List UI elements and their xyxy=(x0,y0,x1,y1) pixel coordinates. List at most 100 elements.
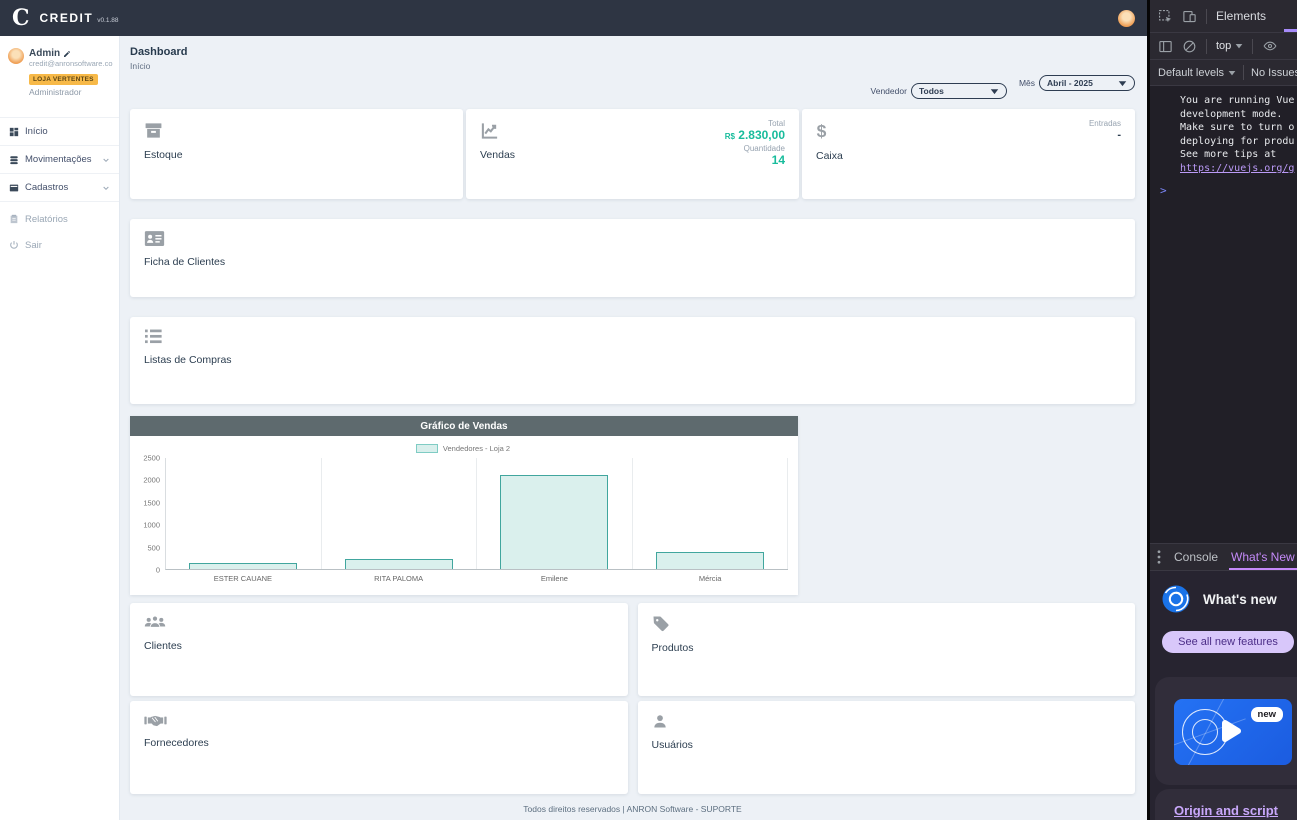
user-icon xyxy=(652,713,1122,730)
selected-tab-indicator xyxy=(1284,29,1297,32)
breadcrumb: Início xyxy=(130,61,1135,71)
sidebar-item-movimentacoes[interactable]: Movimentações xyxy=(0,146,119,174)
chart-plot xyxy=(165,458,788,570)
console-prompt[interactable]: > xyxy=(1150,184,1297,198)
console-message-line: Make sure to turn o xyxy=(1150,121,1297,135)
frame-selector[interactable]: top xyxy=(1216,40,1243,52)
eye-icon[interactable] xyxy=(1262,39,1278,53)
chart-y-tick: 2000 xyxy=(143,476,160,485)
sidebar: Admin credit@anronsoftware.co... LOJA VE… xyxy=(0,36,120,820)
drawer-tab-console[interactable]: Console xyxy=(1174,544,1218,570)
vendor-filter-label: Vendedor xyxy=(871,86,907,96)
svg-text:$: $ xyxy=(817,121,827,141)
chart-category-label: Emilene xyxy=(477,574,633,583)
play-icon xyxy=(1218,717,1244,750)
dollar-icon: $ xyxy=(816,121,1121,141)
sidebar-item-relatorios[interactable]: Relatórios xyxy=(0,206,119,232)
chart-y-tick: 500 xyxy=(147,543,160,552)
id-card-icon xyxy=(144,230,1121,247)
clear-console-icon[interactable] xyxy=(1182,39,1197,54)
log-levels-dropdown[interactable]: Default levels xyxy=(1158,67,1236,79)
card-label: Usuários xyxy=(652,739,1122,751)
clientes-card[interactable]: Clientes xyxy=(130,603,628,696)
vendor-select[interactable]: Todos xyxy=(911,83,1007,99)
profile-role: Administrador xyxy=(29,87,113,97)
chart-y-tick: 2500 xyxy=(143,454,160,463)
dock-side-icon[interactable] xyxy=(1158,39,1173,54)
sidebar-item-label: Relatórios xyxy=(25,214,68,225)
origin-script-link[interactable]: Origin and script xyxy=(1174,803,1278,818)
edit-pencil-icon[interactable] xyxy=(63,50,71,58)
whats-new-panel: What's new See all new features new Orig… xyxy=(1150,571,1297,820)
users-icon xyxy=(144,615,614,631)
chevron-down-icon xyxy=(1228,70,1236,76)
chart-category-label: ESTER CAUANE xyxy=(165,574,321,583)
chevron-down-icon xyxy=(1235,43,1243,49)
sidebar-item-label: Cadastros xyxy=(25,182,68,193)
chart-bar xyxy=(656,552,764,569)
vue-docs-link[interactable]: https://vuejs.org/g xyxy=(1180,163,1294,174)
tab-elements[interactable]: Elements xyxy=(1216,9,1266,23)
navbar-user-avatar[interactable] xyxy=(1118,10,1135,27)
chart-y-tick: 0 xyxy=(156,566,160,575)
whats-new-link-card[interactable]: Origin and script xyxy=(1155,789,1297,820)
quantity-value: 14 xyxy=(725,153,785,169)
month-filter-label: Mês xyxy=(1019,78,1035,88)
sidebar-menu: Início Movimentações Cadastros xyxy=(0,117,119,258)
produtos-card[interactable]: Produtos xyxy=(638,603,1136,696)
chart-column xyxy=(322,458,478,569)
brand-logo[interactable]: C xyxy=(12,7,30,29)
total-value: R$ 2.830,00 xyxy=(725,128,785,144)
chevron-down-icon xyxy=(102,156,110,164)
main-content: Dashboard Início Vendedor Todos Mês Abri… xyxy=(120,36,1147,820)
card-icon xyxy=(9,183,19,193)
console-filterbar: Default levels No Issues xyxy=(1150,60,1297,86)
quantity-label: Quantidade xyxy=(725,144,785,153)
ficha-clientes-card[interactable]: Ficha de Clientes xyxy=(130,219,1135,297)
inspect-icon[interactable] xyxy=(1158,9,1173,24)
chart-bar xyxy=(500,475,608,569)
stat-cards-row: Estoque Vendas Total R$ 2.830,00 Quantid… xyxy=(130,109,1135,199)
drawer-tab-whats-new[interactable]: What's New xyxy=(1231,544,1295,570)
feature-video-thumbnail[interactable]: new xyxy=(1174,699,1292,765)
legend-swatch xyxy=(416,444,438,453)
usuarios-card[interactable]: Usuários xyxy=(638,701,1136,794)
box-icon xyxy=(144,121,449,140)
sidebar-item-cadastros[interactable]: Cadastros xyxy=(0,174,119,202)
month-select[interactable]: Abril - 2025 xyxy=(1039,75,1135,91)
listas-compras-card[interactable]: Listas de Compras xyxy=(130,317,1135,404)
fornecedores-card[interactable]: Fornecedores xyxy=(130,701,628,794)
see-all-features-button[interactable]: See all new features xyxy=(1162,631,1294,653)
estoque-card[interactable]: Estoque xyxy=(130,109,463,199)
chart-column xyxy=(477,458,633,569)
new-badge: new xyxy=(1251,707,1283,722)
console-toolbar: top xyxy=(1150,33,1297,60)
chart-legend[interactable]: Vendedores - Loja 2 xyxy=(138,444,788,453)
chart-bar xyxy=(189,563,297,569)
profile-avatar[interactable] xyxy=(8,48,24,64)
console-message-line: development mode. xyxy=(1150,108,1297,122)
issues-counter[interactable]: No Issues xyxy=(1251,67,1297,79)
card-label: Listas de Compras xyxy=(144,354,1121,366)
sidebar-item-label: Movimentações xyxy=(25,154,92,165)
kebab-menu-icon[interactable] xyxy=(1157,550,1161,564)
brand-name: CREDIT xyxy=(40,11,94,25)
devtools-panel: Elements top Default levels No Issues Yo… xyxy=(1147,0,1297,820)
sidebar-item-inicio[interactable]: Início xyxy=(0,118,119,146)
whats-new-feature-card[interactable]: new xyxy=(1155,677,1297,785)
chart-y-tick: 1500 xyxy=(143,498,160,507)
tag-icon xyxy=(652,615,1122,633)
caixa-card[interactable]: $ Caixa Entradas - xyxy=(802,109,1135,199)
total-label: Total xyxy=(725,119,785,128)
page-title: Dashboard xyxy=(130,46,1135,58)
sidebar-item-sair[interactable]: Sair xyxy=(0,232,119,258)
chrome-devtools-logo-icon xyxy=(1162,585,1190,613)
card-label: Estoque xyxy=(144,149,449,161)
grid-row-1: Clientes Produtos xyxy=(130,603,1135,696)
vendas-card[interactable]: Vendas Total R$ 2.830,00 Quantidade 14 xyxy=(466,109,799,199)
chart-y-axis: 05001000150020002500 xyxy=(138,458,165,570)
chart-y-tick: 1000 xyxy=(143,521,160,530)
card-label: Ficha de Clientes xyxy=(144,256,1121,268)
device-toolbar-icon[interactable] xyxy=(1182,9,1197,24)
chart-category-label: Mércia xyxy=(632,574,788,583)
